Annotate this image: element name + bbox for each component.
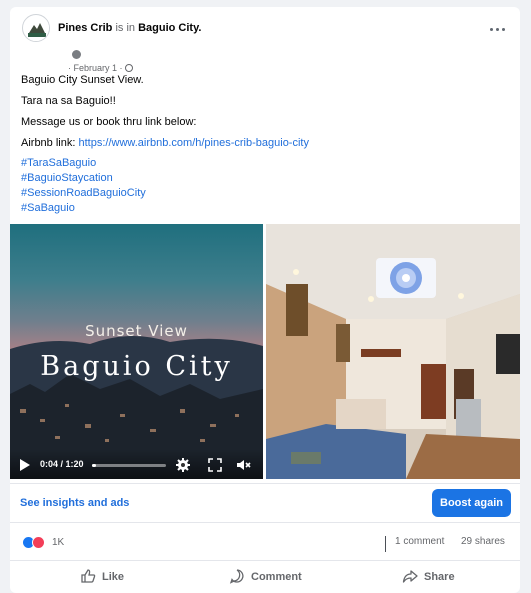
video-subtitle: Sunset View <box>85 322 188 340</box>
comment-bubble-icon <box>229 569 244 584</box>
thumbs-up-icon <box>81 569 96 583</box>
page-name-link[interactable]: Pines Crib <box>58 22 112 34</box>
mute-icon[interactable] <box>235 457 251 473</box>
hashtag-2[interactable]: #BaguioStaycation <box>21 172 113 185</box>
hashtag-1[interactable]: #TaraSaBaguio <box>21 157 96 170</box>
airbnb-label: Airbnb link: <box>21 137 76 149</box>
post-text-line-1: Baguio City Sunset View. <box>21 74 144 86</box>
video-player[interactable]: Sunset View Baguio City 0:04 / 1:20 <box>10 224 263 479</box>
post-media: Sunset View Baguio City 0:04 / 1:20 <box>10 224 520 479</box>
love-reaction-icon <box>32 536 45 549</box>
is-in-text: is in <box>115 22 136 34</box>
hashtag-4[interactable]: #SaBaguio <box>21 202 75 215</box>
more-options-icon[interactable] <box>490 28 506 34</box>
public-globe-icon <box>125 64 134 72</box>
play-icon[interactable] <box>20 459 30 471</box>
location-link[interactable]: Baguio City. <box>138 22 201 34</box>
room-photo[interactable] <box>266 224 520 479</box>
post-text-line-3: Message us or book thru link below: <box>21 116 197 128</box>
share-label: Share <box>424 571 455 583</box>
post-meta: · February 1 · <box>68 63 134 73</box>
insights-bar: See insights and ads Boost again <box>10 483 520 523</box>
stats-divider <box>385 536 386 552</box>
hashtag-3[interactable]: #SessionRoadBaguioCity <box>21 187 146 200</box>
share-arrow-icon <box>402 570 418 583</box>
like-label: Like <box>102 571 125 583</box>
post-title-line: Pines Crib is in Baguio City. <box>58 22 201 34</box>
comment-count[interactable]: 1 comment <box>395 536 444 547</box>
page-avatar[interactable] <box>22 14 50 42</box>
post-card: Pines Crib is in Baguio City. · February… <box>10 7 520 593</box>
reaction-icons[interactable] <box>22 536 50 549</box>
post-text-line-2: Tara na sa Baguio!! <box>21 95 116 107</box>
video-controls: 0:04 / 1:20 <box>10 449 263 479</box>
settings-gear-icon[interactable] <box>175 457 191 473</box>
post-header: Pines Crib is in Baguio City. · February… <box>22 14 520 73</box>
post-stats: 1K 1 comment 29 shares <box>10 524 520 560</box>
map-pin-icon <box>72 50 81 59</box>
post-date[interactable]: · February 1 · <box>68 63 123 73</box>
reaction-count[interactable]: 1K <box>52 537 64 548</box>
boost-again-button[interactable]: Boost again <box>432 489 511 517</box>
video-progress-bar[interactable] <box>92 464 166 467</box>
video-time: 0:04 / 1:20 <box>40 459 84 469</box>
see-insights-link[interactable]: See insights and ads <box>20 497 129 509</box>
fullscreen-icon[interactable] <box>207 457 223 473</box>
post-actions: Like Comment Share <box>10 560 520 593</box>
video-title: Baguio City <box>40 351 233 382</box>
airbnb-line: Airbnb link: https://www.airbnb.com/h/pi… <box>21 137 309 150</box>
room-photo-illustration <box>266 224 520 479</box>
comment-label: Comment <box>251 571 302 583</box>
airbnb-link[interactable]: https://www.airbnb.com/h/pines-crib-bagu… <box>78 137 308 149</box>
share-count[interactable]: 29 shares <box>461 536 505 547</box>
